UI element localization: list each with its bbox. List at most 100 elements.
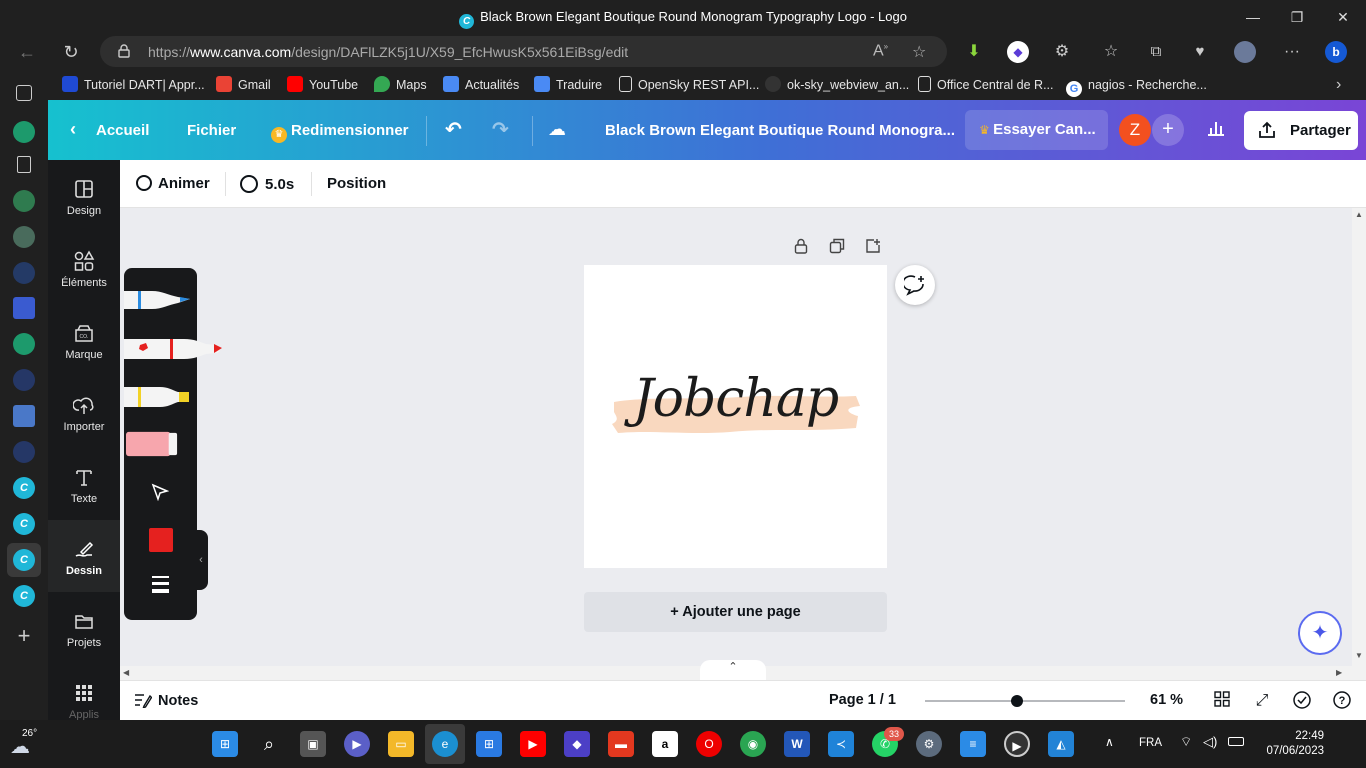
- zoom-slider-track[interactable]: [925, 700, 1125, 702]
- chevron-left-icon[interactable]: ‹: [70, 119, 76, 140]
- bookmarks-overflow-chevron-icon[interactable]: ›: [1336, 76, 1341, 94]
- vscode-icon[interactable]: ≺: [828, 731, 854, 757]
- tab-favicon-icon[interactable]: [13, 405, 35, 427]
- download-extension-icon[interactable]: ⬇: [963, 41, 985, 63]
- position-button[interactable]: Position: [327, 175, 386, 192]
- bookmark-item[interactable]: Maps: [374, 76, 427, 94]
- collections-icon[interactable]: ⧉: [1145, 41, 1167, 63]
- redo-icon[interactable]: ↷: [492, 117, 509, 142]
- duration-button[interactable]: 5.0s: [240, 175, 294, 193]
- store-icon[interactable]: ⊞: [476, 731, 502, 757]
- rail-item-draw[interactable]: Dessin: [48, 520, 120, 592]
- proton-icon[interactable]: ◆: [564, 731, 590, 757]
- opera-icon[interactable]: O: [696, 731, 722, 757]
- selected-color-swatch[interactable]: [149, 528, 173, 552]
- help-icon[interactable]: ?: [1332, 691, 1352, 711]
- canva-tab-icon[interactable]: C: [13, 477, 35, 499]
- battery-icon[interactable]: [1228, 737, 1244, 746]
- search-icon[interactable]: ⌕: [256, 731, 282, 757]
- extensions-icon[interactable]: ⚙: [1051, 41, 1073, 63]
- zoom-slider-knob[interactable]: [1011, 695, 1023, 707]
- teams-chat-icon[interactable]: ▶: [344, 731, 370, 757]
- scroll-left-icon[interactable]: ◀: [123, 668, 129, 677]
- refresh-button[interactable]: ↻: [58, 39, 84, 65]
- stroke-weight-icon[interactable]: [152, 576, 169, 597]
- settings-gear-icon[interactable]: ⚙: [916, 731, 942, 757]
- page-indicator[interactable]: Page 1 / 1: [829, 692, 896, 708]
- document-title[interactable]: Black Brown Elegant Boutique Round Monog…: [605, 122, 955, 139]
- media-player-icon[interactable]: ▶: [1004, 731, 1030, 757]
- youtube-app-icon[interactable]: ▶: [520, 731, 546, 757]
- fullscreen-icon[interactable]: ⤢: [1252, 691, 1272, 711]
- rail-item-projects[interactable]: Projets: [48, 592, 120, 664]
- bookmark-item[interactable]: Gmail: [216, 76, 271, 94]
- tab-favicon-icon[interactable]: [17, 156, 31, 173]
- start-windows-icon[interactable]: ⊞: [212, 731, 238, 757]
- chrome-icon[interactable]: ◉: [740, 731, 766, 757]
- notepad-icon[interactable]: ≡: [960, 731, 986, 757]
- restore-button[interactable]: ❐: [1285, 6, 1309, 28]
- bookmark-item[interactable]: Office Central de R...: [918, 76, 1054, 94]
- add-page-icon[interactable]: [864, 238, 882, 256]
- more-menu-button[interactable]: ···: [1281, 41, 1303, 63]
- bookmark-item[interactable]: OpenSky REST API...: [619, 76, 759, 94]
- bookmark-item[interactable]: Gnagios - Recherche...: [1066, 76, 1207, 97]
- proton-extension-icon[interactable]: ◆: [1007, 41, 1029, 63]
- tab-favicon-icon[interactable]: [13, 262, 35, 284]
- scroll-down-icon[interactable]: ▼: [1355, 651, 1363, 660]
- undo-icon[interactable]: ↶: [445, 117, 462, 142]
- rail-item-design[interactable]: Design: [48, 160, 120, 232]
- select-cursor-icon[interactable]: [151, 483, 170, 506]
- zoom-level[interactable]: 61 %: [1150, 692, 1183, 708]
- try-pro-button[interactable]: ♛ Essayer Can...: [965, 110, 1108, 150]
- add-comment-button[interactable]: [895, 265, 935, 305]
- bookmark-item[interactable]: Actualités: [443, 76, 519, 94]
- rail-item-text[interactable]: Texte: [48, 448, 120, 520]
- canva-tab-icon[interactable]: C: [13, 513, 35, 535]
- favorites-icon[interactable]: ☆: [1100, 41, 1122, 63]
- wifi-icon[interactable]: ⌔: [1180, 734, 1192, 750]
- notes-button[interactable]: Notes: [134, 692, 198, 709]
- blue-marker-pen[interactable]: [124, 287, 190, 313]
- scroll-up-icon[interactable]: ▲: [1355, 210, 1363, 219]
- photos-icon[interactable]: ◭: [1048, 731, 1074, 757]
- bookmark-item[interactable]: Traduire: [534, 76, 602, 94]
- favorite-star-icon[interactable]: ☆: [912, 42, 926, 62]
- address-bar[interactable]: https://www.canva.com/design/DAFlLZK5j1U…: [100, 36, 947, 67]
- share-button[interactable]: Partager: [1244, 111, 1358, 150]
- tab-favicon-icon[interactable]: [13, 121, 35, 143]
- language-indicator[interactable]: FRA: [1139, 737, 1162, 749]
- vertical-scrollbar[interactable]: ▲ ▼: [1352, 208, 1366, 666]
- rail-item-upload[interactable]: Importer: [48, 376, 120, 448]
- tab-favicon-icon[interactable]: [13, 297, 35, 319]
- yellow-highlighter-pen[interactable]: [124, 384, 190, 410]
- close-button[interactable]: ✕: [1331, 6, 1355, 28]
- profile-avatar-icon[interactable]: [1234, 41, 1256, 63]
- grid-view-icon[interactable]: [1212, 691, 1232, 711]
- magic-assistant-sparkle-icon[interactable]: ✦: [1298, 611, 1342, 655]
- logo-text[interactable]: Jobchap: [584, 369, 887, 429]
- new-tab-plus-icon[interactable]: +: [13, 625, 35, 647]
- insights-chart-icon[interactable]: [1200, 114, 1232, 146]
- shopping-icon[interactable]: ▬: [608, 731, 634, 757]
- tray-chevron-up-icon[interactable]: ∧: [1105, 735, 1114, 749]
- canva-tab-icon[interactable]: C: [13, 585, 35, 607]
- tab-favicon-icon[interactable]: [13, 333, 35, 355]
- tab-favicon-icon[interactable]: [13, 226, 35, 248]
- resize-button[interactable]: ♛ Redimensionner: [271, 122, 409, 143]
- design-page[interactable]: Jobchap: [584, 265, 887, 568]
- bookmark-item[interactable]: ok-sky_webview_an...: [765, 76, 909, 94]
- file-explorer-icon[interactable]: ▭: [388, 731, 414, 757]
- cloud-saved-icon[interactable]: ☁: [548, 119, 566, 140]
- horizontal-scrollbar[interactable]: ◀ ▶ ⌃: [120, 660, 1366, 680]
- add-page-button[interactable]: + Ajouter une page: [584, 592, 887, 632]
- file-menu[interactable]: Fichier: [187, 122, 236, 139]
- weather-temp[interactable]: 26°: [22, 728, 37, 739]
- bookmark-item[interactable]: Tutoriel DART| Appr...: [62, 76, 205, 94]
- scroll-right-icon[interactable]: ▶: [1336, 668, 1342, 677]
- tab-favicon-icon[interactable]: [13, 441, 35, 463]
- tab-actions-icon[interactable]: [16, 85, 32, 101]
- duplicate-page-icon[interactable]: [828, 238, 846, 256]
- tab-favicon-icon[interactable]: [13, 190, 35, 212]
- home-link[interactable]: Accueil: [96, 122, 149, 139]
